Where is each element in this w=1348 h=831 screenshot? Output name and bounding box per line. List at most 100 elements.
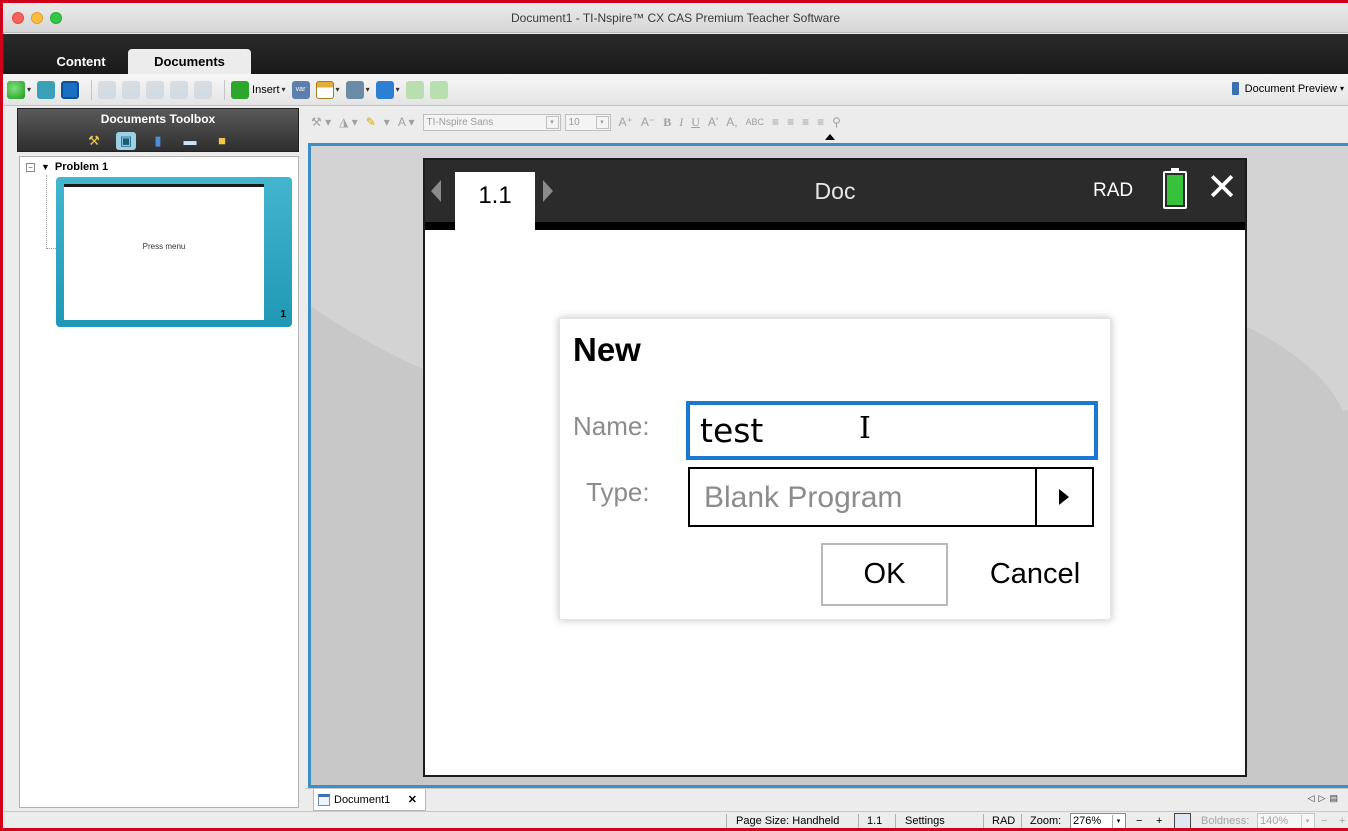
chevron-down-icon: ▾ xyxy=(335,85,340,94)
boldness-increase-button[interactable]: + xyxy=(1339,815,1345,827)
variables-icon: var xyxy=(291,80,310,99)
text-cursor-icon: I xyxy=(859,411,871,446)
page-thumbnail[interactable]: Press menu xyxy=(64,184,264,320)
font-family-select[interactable]: TI-Nspire Sans ▾ xyxy=(422,113,561,131)
book-icon[interactable]: ▬ xyxy=(180,132,200,150)
copy-icon xyxy=(170,80,189,99)
document-tab[interactable]: Document1 ✕ xyxy=(313,789,426,811)
window-title: Document1 - TI-Nspire™ CX CAS Premium Te… xyxy=(511,11,840,25)
folder-icon[interactable]: ■ xyxy=(212,132,232,150)
align-center-icon[interactable]: ≡ xyxy=(787,115,794,129)
document-canvas: 1.1 Doc RAD ✕ New Name: test I Type: Bla… xyxy=(308,143,1348,788)
chevron-down-icon: ▾ xyxy=(365,85,370,94)
format-toolbar: ⚒ ▾ ◮ ▾ ✎ ▾ A ▾ TI-Nspire Sans ▾ 10 ▾ A⁺ A⁻… xyxy=(305,108,1348,136)
superscript-icon[interactable]: A' xyxy=(708,115,718,129)
back-button[interactable] xyxy=(405,80,424,99)
ok-button[interactable]: OK xyxy=(821,543,948,606)
paste-button[interactable] xyxy=(194,80,213,99)
new-document-button[interactable]: ▾ xyxy=(7,80,32,99)
tools-icon[interactable]: ⚒ xyxy=(84,132,104,150)
redo-button[interactable] xyxy=(122,80,141,99)
tab-content[interactable]: Content xyxy=(41,49,121,74)
chevron-down-icon[interactable]: ▾ xyxy=(384,115,390,129)
device-settings-button[interactable]: ▾ xyxy=(375,80,400,99)
tools-icon[interactable]: ⚒ ▾ xyxy=(311,115,331,129)
page-sorter: − ▼ Problem 1 Press menu 1 xyxy=(19,156,299,808)
link-icon[interactable]: ⚲ xyxy=(832,115,841,129)
page-sorter-icon[interactable]: ▣ xyxy=(116,132,136,150)
increase-font-icon[interactable]: A⁺ xyxy=(619,115,633,129)
undo-button[interactable] xyxy=(98,80,117,99)
save-button[interactable] xyxy=(61,80,80,99)
open-document-button[interactable] xyxy=(37,80,56,99)
tab-documents[interactable]: Documents xyxy=(128,49,251,74)
handheld-icon[interactable]: ▮ xyxy=(148,132,168,150)
strikethrough-icon[interactable]: ABC xyxy=(746,117,765,127)
zoom-in-button[interactable]: + xyxy=(1156,815,1162,827)
forward-button[interactable] xyxy=(429,80,448,99)
collapse-icon[interactable]: − xyxy=(26,162,35,172)
handheld-screen: 1.1 Doc RAD ✕ New Name: test I Type: Bla… xyxy=(423,158,1247,777)
chevron-down-icon: ▾ xyxy=(27,85,32,94)
page-tab[interactable]: 1.1 xyxy=(455,172,535,230)
text-color-icon[interactable]: A ▾ xyxy=(398,115,415,129)
name-input[interactable]: test xyxy=(686,401,1098,460)
boldness-decrease-button[interactable]: − xyxy=(1321,815,1327,827)
page-status: 1.1 xyxy=(867,815,883,827)
page-layout-button[interactable]: ▾ xyxy=(315,80,340,99)
problem-row[interactable]: − ▼ Problem 1 xyxy=(26,161,108,173)
subscript-icon[interactable]: A, xyxy=(726,115,737,129)
close-tab-icon[interactable]: ✕ xyxy=(408,793,417,806)
cut-button[interactable] xyxy=(146,80,165,99)
status-divider xyxy=(858,814,859,828)
collapse-toolbar-icon[interactable] xyxy=(825,134,835,140)
justify-icon[interactable]: ≡ xyxy=(817,115,824,129)
decrease-font-icon[interactable]: A⁻ xyxy=(641,115,655,129)
tree-connector xyxy=(46,175,56,249)
align-left-icon[interactable]: ≡ xyxy=(772,115,779,129)
open-folder-icon xyxy=(37,80,56,99)
document-preview-dropdown[interactable]: Document Preview ▾ xyxy=(1231,82,1344,95)
type-label: Type: xyxy=(586,477,650,507)
fit-to-window-icon[interactable] xyxy=(1174,813,1191,828)
triangle-down-icon[interactable]: ▼ xyxy=(41,162,50,172)
close-icon[interactable]: ✕ xyxy=(1205,168,1239,208)
zoom-select[interactable]: 276% ▾ xyxy=(1070,813,1126,828)
cancel-button[interactable]: Cancel xyxy=(970,543,1100,606)
screen-capture-button[interactable]: ▾ xyxy=(345,80,370,99)
boldness-select[interactable]: 140% ▾ xyxy=(1257,813,1315,828)
paste-icon xyxy=(194,80,213,99)
workspace-tab-bar: Content Documents xyxy=(3,34,1348,74)
chevron-down-icon: ▾ xyxy=(1112,815,1124,828)
triangle-right-icon[interactable] xyxy=(1035,469,1092,525)
page-size-status[interactable]: Page Size: Handheld xyxy=(736,815,839,827)
document-icon xyxy=(318,793,330,806)
insert-icon xyxy=(231,80,250,99)
italic-icon[interactable]: I xyxy=(679,115,683,130)
settings-status[interactable]: Settings xyxy=(905,815,945,827)
device-gear-icon xyxy=(375,80,394,99)
font-family-value: TI-Nspire Sans xyxy=(426,116,494,128)
bold-icon[interactable]: B xyxy=(663,115,671,130)
fill-color-icon[interactable]: ◮ ▾ xyxy=(339,115,358,129)
tab-nav-arrows[interactable]: ◁▷▤ xyxy=(1308,793,1342,804)
font-size-select[interactable]: 10 ▾ xyxy=(564,113,611,131)
zoom-out-button[interactable]: − xyxy=(1136,815,1142,827)
line-color-icon[interactable]: ✎ xyxy=(366,115,376,129)
insert-button[interactable]: Insert ▾ xyxy=(231,80,286,99)
variables-button[interactable]: var xyxy=(291,80,310,99)
align-right-icon[interactable]: ≡ xyxy=(802,115,809,129)
page-number: 1 xyxy=(280,309,286,320)
type-select[interactable]: Blank Program xyxy=(688,467,1094,527)
status-divider xyxy=(895,814,896,828)
documents-toolbox-panel: Documents Toolbox ⚒ ▣ ▮ ▬ ■ − ▼ Problem … xyxy=(17,108,299,808)
arrow-right-icon xyxy=(429,80,448,99)
page-thumbnail-selected[interactable]: Press menu 1 xyxy=(56,177,292,327)
chevron-down-icon: ▾ xyxy=(395,85,400,94)
boldness-value: 140% xyxy=(1260,815,1289,827)
underline-icon[interactable]: U xyxy=(691,115,700,130)
arrow-left-icon xyxy=(405,80,424,99)
copy-button[interactable] xyxy=(170,80,189,99)
status-divider xyxy=(726,814,727,828)
angle-status: RAD xyxy=(992,815,1016,827)
